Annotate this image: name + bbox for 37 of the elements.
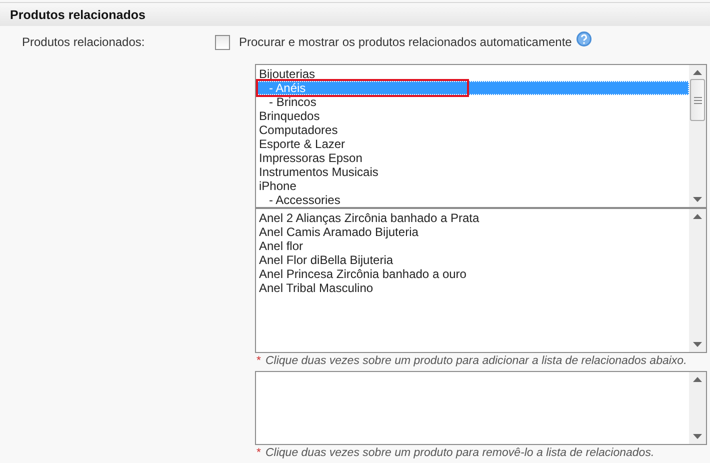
note-asterisk: * bbox=[256, 447, 260, 459]
list-item[interactable]: Anel 2 Alianças Zircônia banhado a Prata bbox=[256, 211, 689, 225]
list-item[interactable]: Brinquedos bbox=[256, 109, 689, 123]
product-list[interactable]: Anel 2 Alianças Zircônia banhado a Prata Anel Camis Aramado Bijuteria Anel flor Anel Flor diBella Bijuteria Anel Princesa Zircônia banhado a ouro Anel Tribal Masculino bbox=[255, 208, 707, 353]
scroll-up-icon[interactable] bbox=[693, 377, 702, 382]
help-icon[interactable] bbox=[576, 31, 592, 47]
list-item[interactable]: Bijouterias bbox=[256, 67, 689, 81]
list-item[interactable]: Instrumentos Musicais bbox=[256, 165, 689, 179]
scroll-thumb[interactable] bbox=[690, 79, 705, 121]
scrollbar[interactable] bbox=[689, 209, 706, 352]
scrollbar[interactable] bbox=[689, 65, 706, 207]
list-item[interactable]: Esporte & Lazer bbox=[256, 137, 689, 151]
list-item[interactable]: Anel Flor diBella Bijuteria bbox=[256, 253, 689, 267]
list-item[interactable]: Computadores bbox=[256, 123, 689, 137]
list-item[interactable]: Anel flor bbox=[256, 239, 689, 253]
list-item[interactable]: - Brincos bbox=[256, 95, 689, 109]
note-asterisk: * bbox=[256, 355, 260, 367]
list-item[interactable]: Impressoras Epson bbox=[256, 151, 689, 165]
related-list[interactable] bbox=[255, 371, 707, 445]
checkbox[interactable] bbox=[215, 34, 230, 50]
scroll-up-icon[interactable] bbox=[693, 214, 702, 219]
list-item[interactable]: - Accessories bbox=[256, 193, 689, 207]
category-list[interactable]: Bijouterias - Anéis - Brincos Brinquedos Computadores Esporte & Lazer Impressoras Epson Instrumentos Musicais iPhone - Accessories bbox=[255, 64, 707, 208]
scroll-down-icon[interactable] bbox=[693, 197, 702, 202]
help-note: Clique duas vezes sobre um produto para removê-lo a lista de relacionados. bbox=[265, 447, 654, 459]
section-title: Produtos relacionados bbox=[10, 8, 146, 22]
scroll-down-icon[interactable] bbox=[693, 434, 702, 439]
scroll-down-icon[interactable] bbox=[693, 342, 702, 347]
list-item[interactable]: iPhone bbox=[256, 179, 689, 193]
scroll-up-icon[interactable] bbox=[693, 70, 702, 75]
list-item[interactable]: Anel Camis Aramado Bijuteria bbox=[256, 225, 689, 239]
list-item[interactable]: Anel Tribal Masculino bbox=[256, 281, 689, 295]
scrollbar[interactable] bbox=[689, 372, 706, 444]
field-label: Produtos relacionados: bbox=[21, 35, 146, 49]
help-note: Clique duas vezes sobre um produto para adicionar a lista de relacionados abaixo. bbox=[265, 355, 687, 367]
checkbox-label[interactable]: Procurar e mostrar os produtos relacionados automaticamente bbox=[239, 35, 572, 49]
list-item[interactable]: Anel Princesa Zircônia banhado a ouro bbox=[256, 267, 689, 281]
